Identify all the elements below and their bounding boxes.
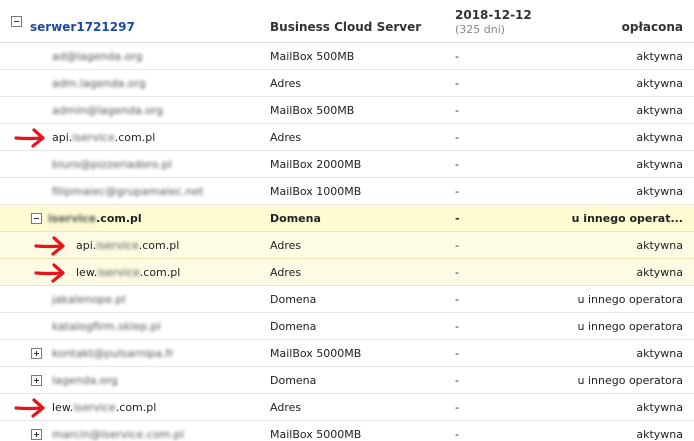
- account-name: api.iservice.com.pl: [76, 239, 180, 252]
- account-type: Domena: [270, 212, 321, 225]
- table-row[interactable]: ad@lagenda.org MailBox 500MB - aktywna: [0, 43, 694, 70]
- account-type: Domena: [270, 374, 317, 387]
- account-type: MailBox 500MB: [270, 104, 355, 117]
- services-table: serwer1721297 Business Cloud Server 2018…: [0, 0, 694, 441]
- account-name: lew.iservice.com.pl: [76, 266, 181, 279]
- account-status: aktywna: [636, 50, 683, 63]
- account-name: adm.lagenda.org: [52, 77, 146, 90]
- account-name: lew.iservice.com.pl: [52, 401, 157, 414]
- table-row[interactable]: lagenda.org Domena - u innego operatora: [0, 367, 694, 394]
- account-status: aktywna: [636, 77, 683, 90]
- account-status: aktywna: [636, 185, 683, 198]
- server-name-link[interactable]: serwer1721297: [30, 14, 135, 41]
- table-row[interactable]: marcin@iservice.com.pl MailBox 5000MB - …: [0, 421, 694, 441]
- account-status: aktywna: [636, 131, 683, 144]
- table-row[interactable]: admin@lagenda.org MailBox 500MB - aktywn…: [0, 97, 694, 124]
- expand-icon[interactable]: [31, 348, 42, 359]
- table-row[interactable]: kontakt@pulsarnipa.fr MailBox 5000MB - a…: [0, 340, 694, 367]
- account-status: aktywna: [636, 266, 683, 279]
- table-row[interactable]: katalogfirm.sklep.pl Domena - u innego o…: [0, 313, 694, 340]
- account-type: Domena: [270, 293, 317, 306]
- account-status: u innego operatora: [577, 320, 684, 333]
- table-row[interactable]: lew.iservice.com.pl Adres - aktywna: [0, 394, 694, 421]
- red-arrow-icon: [14, 398, 45, 418]
- payment-status: opłacona: [621, 20, 683, 34]
- account-status: aktywna: [636, 428, 683, 441]
- table-row[interactable]: lew.iservice.com.pl Adres - aktywna: [0, 259, 694, 286]
- account-name: jakalenope.pl: [52, 293, 126, 306]
- domain-group-row[interactable]: iservice.com.pl Domena - u innego operat…: [0, 205, 694, 232]
- account-date: -: [455, 239, 459, 252]
- account-date: -: [455, 266, 459, 279]
- table-row[interactable]: adm.lagenda.org Adres - aktywna: [0, 70, 694, 97]
- table-row[interactable]: biuro@pizzeriadoro.pl MailBox 2000MB - a…: [0, 151, 694, 178]
- account-type: MailBox 2000MB: [270, 158, 362, 171]
- account-date: -: [455, 77, 459, 90]
- table-row[interactable]: api.iservice.com.pl Adres - aktywna: [0, 232, 694, 259]
- account-type: Adres: [270, 266, 302, 279]
- account-date: -: [455, 158, 459, 171]
- account-name: kontakt@pulsarnipa.fr: [52, 347, 174, 360]
- account-status: aktywna: [636, 347, 683, 360]
- account-date: -: [455, 320, 459, 333]
- red-arrow-icon: [34, 236, 65, 256]
- account-name: ad@lagenda.org: [52, 50, 143, 63]
- days-remaining: (325 dni): [455, 23, 506, 36]
- account-name: filipmaiec@grupamalec.net: [52, 185, 204, 198]
- account-status: aktywna: [636, 239, 683, 252]
- account-status: u innego operatora: [577, 374, 684, 387]
- account-date: -: [455, 293, 459, 306]
- account-name: katalogfirm.sklep.pl: [52, 320, 161, 333]
- table-row[interactable]: jakalenope.pl Domena - u innego operator…: [0, 286, 694, 313]
- account-status: aktywna: [636, 158, 683, 171]
- account-date: -: [455, 428, 459, 441]
- expand-icon[interactable]: [31, 429, 42, 440]
- account-status: u innego operat...: [571, 212, 683, 225]
- account-date: -: [455, 50, 459, 63]
- domain-name: iservice.com.pl: [48, 212, 142, 225]
- account-date: -: [455, 185, 459, 198]
- account-type: Adres: [270, 239, 302, 252]
- table-row[interactable]: api.iservice.com.pl Adres - aktywna: [0, 124, 694, 151]
- collapse-icon[interactable]: [31, 213, 42, 224]
- account-name: biuro@pizzeriadoro.pl: [52, 158, 172, 171]
- account-date: -: [455, 347, 459, 360]
- account-date: -: [455, 401, 459, 414]
- account-name: lagenda.org: [52, 374, 118, 387]
- expiry-date: 2018-12-12: [455, 8, 532, 22]
- table-row[interactable]: filipmaiec@grupamalec.net MailBox 1000MB…: [0, 178, 694, 205]
- account-status: u innego operatora: [577, 293, 684, 306]
- account-name: admin@lagenda.org: [52, 104, 164, 117]
- collapse-icon[interactable]: [11, 16, 22, 27]
- account-type: MailBox 5000MB: [270, 347, 362, 360]
- account-name: marcin@iservice.com.pl: [52, 428, 184, 441]
- account-type: Adres: [270, 401, 302, 414]
- account-type: MailBox 1000MB: [270, 185, 362, 198]
- account-date: -: [455, 131, 459, 144]
- expand-icon[interactable]: [31, 375, 42, 386]
- account-status: aktywna: [636, 104, 683, 117]
- service-type: Business Cloud Server: [270, 20, 422, 34]
- account-type: MailBox 5000MB: [270, 428, 362, 441]
- account-type: MailBox 500MB: [270, 50, 355, 63]
- account-date: -: [455, 104, 459, 117]
- account-name: api.iservice.com.pl: [52, 131, 156, 144]
- server-row: serwer1721297 Business Cloud Server 2018…: [0, 0, 694, 43]
- account-date: -: [455, 212, 460, 225]
- red-arrow-icon: [34, 263, 65, 283]
- red-arrow-icon: [14, 128, 45, 148]
- account-date: -: [455, 374, 459, 387]
- account-type: Domena: [270, 320, 317, 333]
- account-type: Adres: [270, 131, 302, 144]
- account-type: Adres: [270, 77, 302, 90]
- account-status: aktywna: [636, 401, 683, 414]
